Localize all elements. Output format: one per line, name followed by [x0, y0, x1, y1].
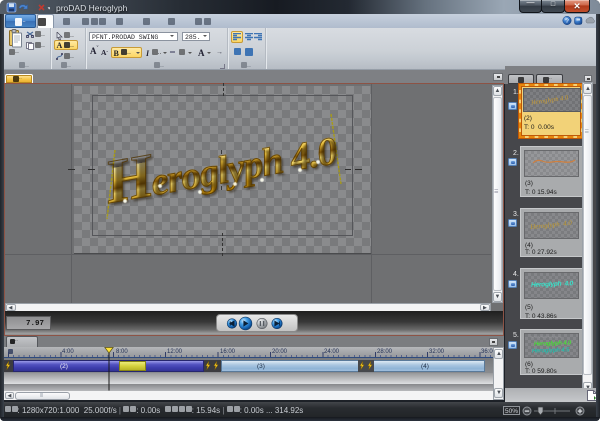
svg-text:?: ? [565, 18, 569, 25]
